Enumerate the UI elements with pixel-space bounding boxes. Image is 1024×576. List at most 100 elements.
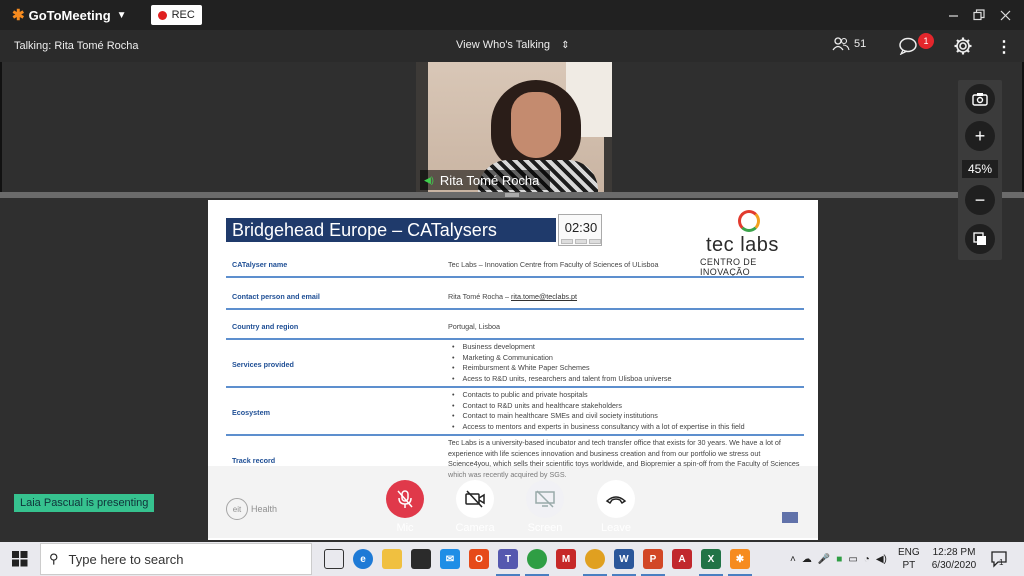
settings-button[interactable] xyxy=(953,36,973,59)
row-label: Contact person and email xyxy=(232,292,320,301)
microphone-tray-icon[interactable]: 🎤 xyxy=(818,554,830,565)
list-item: Access to mentors and experts in busines… xyxy=(448,422,745,433)
notification-center-button[interactable]: 1 xyxy=(990,550,1008,568)
view-mode-label: View Who's Talking xyxy=(456,39,551,51)
mic-muted-icon xyxy=(397,490,413,508)
edge-browser-icon[interactable]: e xyxy=(353,549,373,569)
screenshot-button[interactable] xyxy=(965,84,995,114)
app-menu[interactable]: ✱ GoToMeeting ▼ xyxy=(12,6,127,24)
chrome-profile-icon[interactable] xyxy=(583,549,607,576)
cloud-icon[interactable]: ☁ xyxy=(802,554,812,565)
zoom-in-button[interactable]: + xyxy=(965,121,995,151)
chevron-up-icon[interactable]: ˄ xyxy=(790,554,796,565)
slide-title: Bridgehead Europe – CATalysers xyxy=(226,218,556,242)
camera-button[interactable]: Camera xyxy=(455,480,495,534)
webcam-name-tag: ◀) Rita Tomé Rocha xyxy=(420,170,550,190)
task-view-icon[interactable] xyxy=(324,549,344,569)
restore-icon xyxy=(973,9,985,21)
hang-up-icon xyxy=(605,496,627,505)
mic-label: Mic xyxy=(396,522,414,534)
volume-icon[interactable]: ◀) xyxy=(876,554,887,565)
taskbar-clock[interactable]: 12:28 PM 6/30/2020 xyxy=(926,546,982,572)
leave-button[interactable]: Leave xyxy=(596,480,636,534)
minimize-icon xyxy=(948,14,958,17)
resize-grip-icon[interactable] xyxy=(505,193,519,197)
start-button[interactable] xyxy=(0,542,40,576)
meeting-controls-bar xyxy=(208,466,818,538)
clock-time: 12:28 PM xyxy=(932,547,976,558)
security-tray-icon[interactable]: ■ xyxy=(836,554,842,565)
camera-icon xyxy=(972,93,988,106)
gotomeeting-logo-icon: ✱ xyxy=(12,7,25,24)
list-item: Contacts to public and private hospitals xyxy=(448,390,745,401)
people-icon xyxy=(832,37,850,51)
leave-circle xyxy=(597,480,635,518)
slide-timer: 02:30 xyxy=(558,214,602,246)
search-placeholder: Type here to search xyxy=(68,551,184,567)
camera-label: Camera xyxy=(455,522,495,534)
record-button[interactable]: REC xyxy=(150,5,202,25)
contact-email-link[interactable]: rita.tome@teclabs.pt xyxy=(511,292,577,301)
gotomeeting-taskbar-icon[interactable]: ✱ xyxy=(728,549,752,576)
timer-reset-button xyxy=(575,239,587,244)
chrome-icon[interactable] xyxy=(525,549,549,576)
battery-icon[interactable]: ▭ xyxy=(848,554,857,565)
search-icon: ⚲ xyxy=(49,551,59,566)
excel-icon[interactable]: X xyxy=(699,549,723,576)
mcafee-icon[interactable]: M xyxy=(556,549,576,569)
office-icon[interactable]: O xyxy=(469,549,489,569)
table-row: Contact person and email Rita Tomé Rocha… xyxy=(226,280,804,310)
table-row: Country and region Portugal, Lisboa xyxy=(226,312,804,340)
meeting-info-bar: Talking: Rita Tomé Rocha View Who's Talk… xyxy=(0,30,1024,62)
teams-icon[interactable]: T xyxy=(496,549,520,576)
more-options-button[interactable]: ⋮ xyxy=(996,37,1012,57)
zoom-out-button[interactable]: − xyxy=(965,185,995,215)
chevron-down-icon: ▼ xyxy=(116,9,127,21)
title-bar: ✱ GoToMeeting ▼ REC xyxy=(0,0,1024,30)
row-label: Ecosystem xyxy=(232,408,270,417)
taskbar-search-input[interactable]: ⚲ Type here to search xyxy=(40,543,312,575)
record-label: REC xyxy=(171,9,195,21)
up-down-chevron-icon: ⇕ xyxy=(561,40,570,51)
plus-icon: + xyxy=(974,125,986,146)
attendees-button[interactable]: 51 xyxy=(832,37,866,51)
close-button[interactable] xyxy=(990,0,1020,30)
list-item: Marketing & Communication xyxy=(448,353,671,364)
mail-icon[interactable]: ✉ xyxy=(440,549,460,569)
wifi-icon[interactable]: ◔ xyxy=(864,554,870,565)
minus-icon: − xyxy=(974,189,986,210)
timer-buttons xyxy=(561,239,601,244)
timer-start-button xyxy=(561,239,573,244)
chat-button[interactable] xyxy=(898,37,918,58)
store-icon[interactable] xyxy=(411,549,431,569)
fit-screen-button[interactable] xyxy=(965,224,995,254)
timer-stop-button xyxy=(589,239,601,244)
ecosystem-list: Contacts to public and private hospitals… xyxy=(448,390,745,432)
mic-circle xyxy=(386,480,424,518)
view-mode-selector[interactable]: View Who's Talking ⇕ xyxy=(456,39,569,51)
chat-unread-badge: 1 xyxy=(918,33,934,49)
row-label: Country and region xyxy=(232,322,299,331)
close-icon xyxy=(1000,10,1010,20)
acrobat-icon[interactable]: A xyxy=(672,549,692,569)
table-row: Ecosystem Contacts to public and private… xyxy=(226,390,804,436)
powerpoint-icon[interactable]: P xyxy=(641,549,665,576)
record-dot-icon xyxy=(157,10,167,20)
leave-label: Leave xyxy=(601,522,631,534)
list-item: Reimbursment & White Paper Schemes xyxy=(448,363,671,374)
mic-button[interactable]: Mic xyxy=(385,480,425,534)
webcam-strip: ◀) Rita Tomé Rocha xyxy=(0,62,1024,192)
keyboard-layout: PT xyxy=(902,560,916,571)
list-item: Acess to R&D units, researchers and tale… xyxy=(448,374,672,385)
clock-date: 6/30/2020 xyxy=(931,560,977,571)
screen-share-button[interactable]: Screen xyxy=(525,480,565,534)
row-label: Track record xyxy=(232,456,276,465)
table-row: CATalyser name Tec Labs – Innovation Cen… xyxy=(226,248,804,278)
talking-indicator: Talking: Rita Tomé Rocha xyxy=(14,40,139,52)
windows-taskbar: ⚲ Type here to search e ✉ O T M W P A X … xyxy=(0,542,1024,576)
word-icon[interactable]: W xyxy=(612,549,636,576)
row-value: Rita Tomé Rocha – rita.tome@teclabs.pt xyxy=(448,292,577,301)
input-language-indicator[interactable]: ENG PT xyxy=(898,546,920,572)
file-explorer-icon[interactable] xyxy=(382,549,402,569)
row-value: Tec Labs – Innovation Centre from Facult… xyxy=(448,260,659,269)
